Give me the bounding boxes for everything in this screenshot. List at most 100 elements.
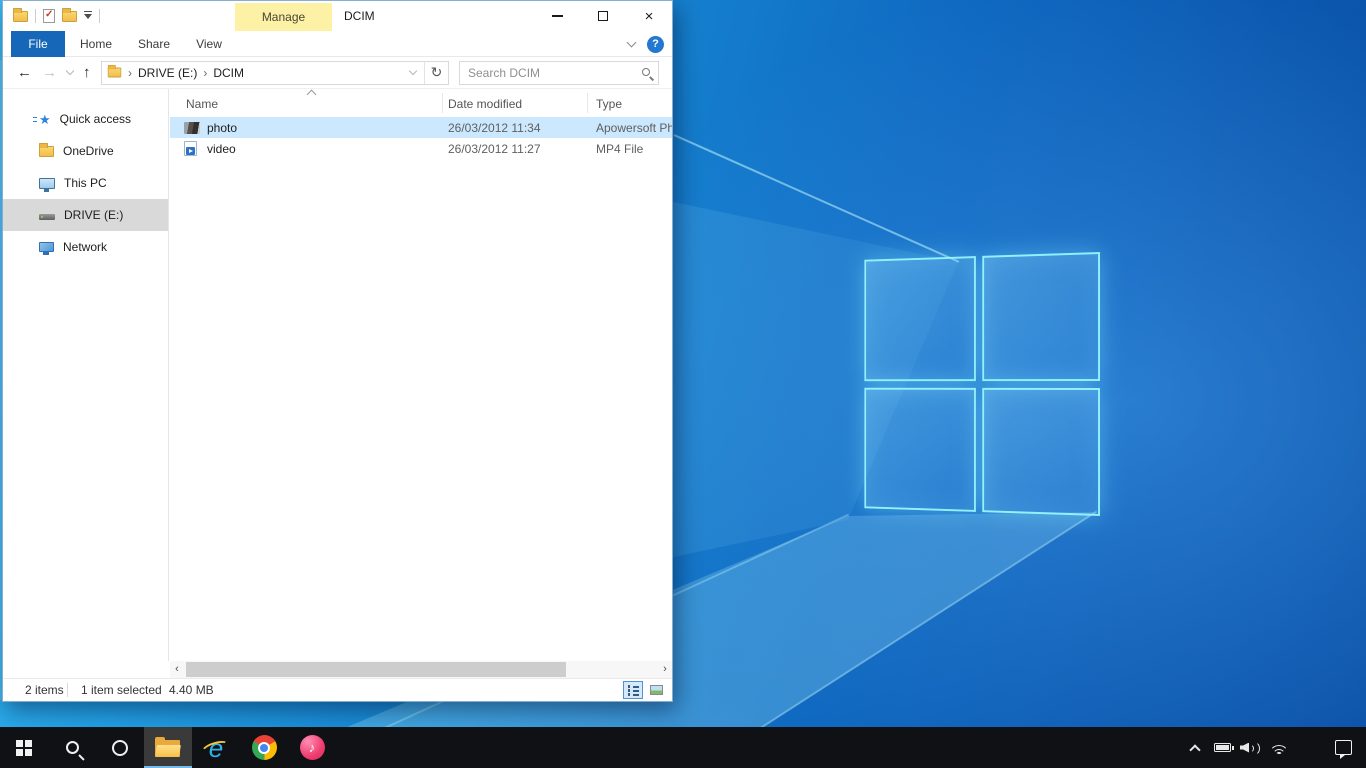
back-button[interactable]: ← [17,65,32,80]
search-input[interactable] [460,62,658,84]
file-type: Apowersoft Pho [596,121,672,135]
windows-logo-pane [864,387,975,512]
window-title: DCIM [344,1,375,31]
taskbar-chrome-button[interactable] [240,727,288,768]
column-header-name[interactable]: Name [186,97,218,111]
breadcrumb-drive[interactable]: DRIVE (E:) [138,66,197,80]
breadcrumb-separator: › [197,66,213,80]
help-button[interactable]: ? [647,36,664,53]
chevron-down-icon [409,67,417,75]
properties-icon[interactable] [43,9,55,23]
tab-file[interactable]: File [11,31,65,57]
sidebar-item-label: OneDrive [63,144,114,158]
scroll-right-arrow[interactable]: › [658,661,672,678]
expand-ribbon-chevron-icon[interactable] [627,38,637,48]
notifications-icon [1335,740,1352,755]
taskbar-itunes-button[interactable]: ♪ [288,727,336,768]
scrollbar-track[interactable] [184,661,658,678]
chevron-up-icon [1189,744,1200,755]
file-list-pane: Name Date modified Type photo 26/03/2012… [170,89,672,661]
column-header-date-modified[interactable]: Date modified [448,97,522,111]
system-tray [1182,727,1366,768]
hard-drive-icon [39,214,55,220]
forward-button[interactable]: → [42,65,57,80]
file-row-photo[interactable]: photo 26/03/2012 11:34 Apowersoft Pho [170,117,672,138]
cortana-button[interactable] [96,727,144,768]
minimize-icon [552,15,563,17]
sidebar-item-label: This PC [64,176,107,190]
sidebar-item-label: Network [63,240,107,254]
quick-access-star-icon: ★ [39,113,51,126]
sidebar-item-drive-e[interactable]: DRIVE (E:) [3,199,168,231]
details-view-button[interactable] [623,681,643,699]
items-count: 2 items [25,683,64,697]
action-center-button[interactable] [1320,727,1366,768]
scrollbar-thumb[interactable] [186,662,566,677]
taskbar-file-explorer-button[interactable] [144,727,192,768]
explorer-window-icon [13,11,28,22]
column-header-row: Name Date modified Type [170,89,672,117]
taskbar-internet-explorer-button[interactable]: e [192,727,240,768]
start-button[interactable] [0,727,48,768]
window-controls: × [534,1,672,31]
selection-count: 1 item selected [81,683,162,697]
close-button[interactable]: × [626,1,672,31]
qat-separator [35,9,36,23]
sidebar-item-this-pc[interactable]: This PC [3,167,168,199]
quick-access-toolbar [13,1,100,31]
maximize-button[interactable] [580,1,626,31]
wifi-indicator[interactable] [1264,727,1294,768]
battery-indicator[interactable] [1208,727,1236,768]
internet-explorer-icon: e [201,734,231,762]
address-bar[interactable]: › DRIVE (E:) › DCIM ↻ [101,61,449,85]
minimize-button[interactable] [534,1,580,31]
titlebar[interactable]: Manage Picture Tools DCIM × [3,1,672,31]
recent-locations-chevron-icon[interactable] [66,67,74,75]
tab-view[interactable]: View [185,31,233,57]
sidebar-item-onedrive[interactable]: OneDrive [3,135,168,167]
show-hidden-icons-button[interactable] [1182,727,1208,768]
ribbon-right-controls: ? [628,31,664,57]
column-header-type[interactable]: Type [596,97,622,111]
scroll-left-arrow[interactable]: ‹ [170,661,184,678]
file-date-modified: 26/03/2012 11:34 [448,121,541,135]
breadcrumb-dcim[interactable]: DCIM [213,66,244,80]
column-separator[interactable] [587,93,588,113]
address-bar-right: ↻ [402,62,448,84]
address-dropdown-button[interactable] [402,71,424,74]
sidebar-item-network[interactable]: Network [3,231,168,263]
column-separator[interactable] [442,93,443,113]
tab-share[interactable]: Share [127,31,181,57]
close-icon: × [645,9,654,24]
windows-start-icon [16,740,32,756]
sidebar-item-label: DRIVE (E:) [64,208,123,222]
tab-home[interactable]: Home [69,31,123,57]
file-explorer-window: Manage Picture Tools DCIM × File Home Sh… [2,0,673,702]
search-icon[interactable] [642,68,650,76]
navigation-buttons: ← → ↑ [3,65,101,80]
large-icons-view-button[interactable] [646,681,666,699]
speaker-icon [1240,741,1260,755]
file-row-video[interactable]: video 26/03/2012 11:27 MP4 File [170,138,672,159]
file-type: MP4 File [596,142,672,156]
windows-logo-pane [982,252,1100,381]
statusbar-divider [67,683,68,697]
sidebar-item-quick-access[interactable]: ★ Quick access [3,103,168,135]
file-name: video [207,142,236,156]
large-icons-view-icon [650,685,663,695]
windows-logo [864,252,1100,516]
new-folder-icon[interactable] [62,11,77,22]
manage-tab-group-label[interactable]: Manage [235,3,332,31]
desktop: Manage Picture Tools DCIM × File Home Sh… [0,0,1366,768]
network-icon [39,242,54,252]
taskbar-search-button[interactable] [48,727,96,768]
navigation-pane: ★ Quick access OneDrive This PC DRIVE (E… [3,89,169,661]
horizontal-scrollbar[interactable]: ‹ › [170,661,672,678]
up-button[interactable]: ↑ [83,65,91,80]
customize-qat-chevron-icon[interactable] [84,14,92,19]
volume-indicator[interactable] [1236,727,1264,768]
sidebar-item-label: Quick access [60,112,131,126]
file-name: photo [207,121,237,135]
photo-thumbnail-icon [184,122,200,134]
refresh-button[interactable]: ↻ [424,62,448,84]
